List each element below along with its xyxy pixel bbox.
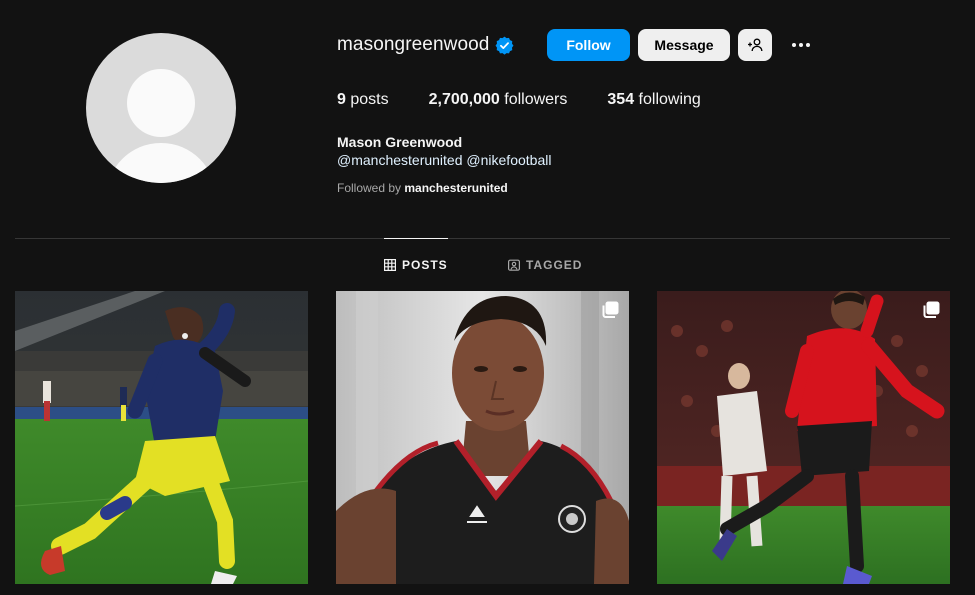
carousel-icon bbox=[602, 301, 619, 318]
following-label: following bbox=[638, 91, 701, 108]
more-options-button[interactable] bbox=[788, 33, 814, 57]
followed-by-prefix: Followed by bbox=[337, 181, 402, 195]
post-image bbox=[336, 291, 629, 584]
bio-link-nikefootball[interactable]: @nikefootball bbox=[466, 152, 551, 168]
suggested-accounts-button[interactable] bbox=[738, 29, 772, 61]
followed-by-user: manchesterunited bbox=[404, 181, 508, 195]
avatar-placeholder-head bbox=[127, 69, 195, 137]
posts-label: posts bbox=[350, 91, 389, 108]
post-image bbox=[15, 291, 308, 584]
tagged-icon bbox=[508, 259, 520, 271]
following-stat[interactable]: 354 following bbox=[607, 91, 700, 109]
verified-badge-icon bbox=[495, 36, 514, 55]
carousel-icon bbox=[923, 301, 940, 318]
posts-count-stat: 9 posts bbox=[337, 91, 389, 109]
add-person-icon bbox=[748, 38, 763, 52]
active-tab-indicator bbox=[384, 238, 448, 239]
followers-label: followers bbox=[504, 91, 568, 108]
tabs-divider bbox=[15, 238, 950, 239]
post-thumbnail[interactable] bbox=[657, 291, 950, 584]
following-count: 354 bbox=[607, 91, 635, 108]
posts-count: 9 bbox=[337, 91, 346, 108]
followers-count: 2,700,000 bbox=[428, 91, 500, 108]
post-thumbnail[interactable] bbox=[336, 291, 629, 584]
profile-stats: 9 posts 2,700,000 followers 354 followin… bbox=[337, 91, 741, 109]
dot bbox=[799, 43, 803, 47]
message-button[interactable]: Message bbox=[638, 29, 730, 61]
avatar-placeholder-shoulders bbox=[106, 143, 216, 183]
tab-posts[interactable]: POSTS bbox=[384, 258, 448, 272]
profile-header-row: masongreenwood bbox=[337, 28, 514, 62]
tab-tagged[interactable]: TAGGED bbox=[508, 258, 582, 272]
post-image bbox=[657, 291, 950, 584]
profile-avatar[interactable] bbox=[86, 33, 236, 183]
dot bbox=[806, 43, 810, 47]
follow-button[interactable]: Follow bbox=[547, 29, 630, 61]
tab-posts-label: POSTS bbox=[402, 258, 448, 272]
profile-bio: @manchesterunited @nikefootball bbox=[337, 152, 551, 168]
grid-icon bbox=[384, 259, 396, 271]
profile-username: masongreenwood bbox=[337, 34, 490, 55]
tab-tagged-label: TAGGED bbox=[526, 258, 583, 272]
followers-stat[interactable]: 2,700,000 followers bbox=[429, 91, 568, 109]
post-thumbnail[interactable] bbox=[15, 291, 308, 584]
dot bbox=[792, 43, 796, 47]
followed-by[interactable]: Followed by manchesterunited bbox=[337, 181, 508, 195]
bio-link-manchesterunited[interactable]: @manchesterunited bbox=[337, 152, 463, 168]
profile-full-name: Mason Greenwood bbox=[337, 134, 463, 150]
